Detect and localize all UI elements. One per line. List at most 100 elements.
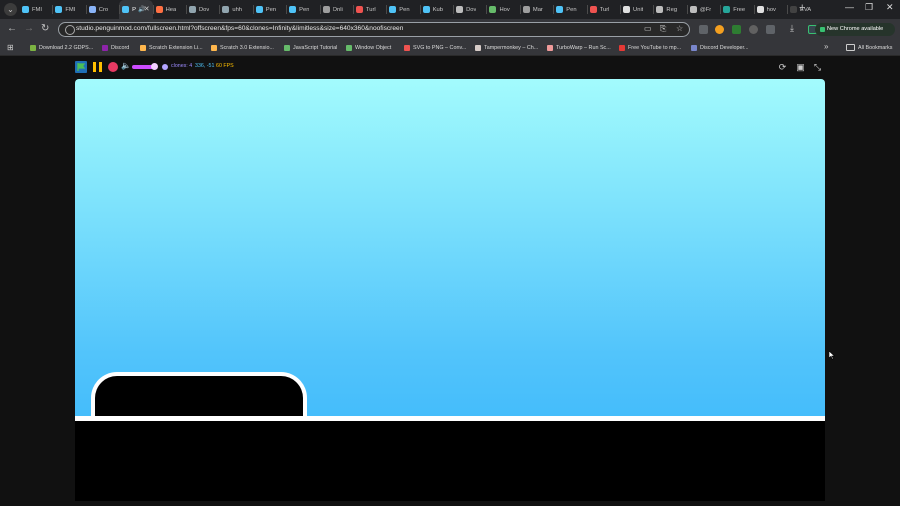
extension-icon[interactable] xyxy=(699,25,708,34)
tab[interactable]: Reg xyxy=(653,0,686,19)
tab-title: P xyxy=(132,6,137,13)
bookmark-item[interactable]: SVG to PNG – Conv... xyxy=(404,40,466,55)
tab-active[interactable]: P 🔊 ✕ xyxy=(119,0,153,19)
share-icon[interactable]: ⎘ xyxy=(660,24,666,34)
tab[interactable]: Pen xyxy=(386,0,419,19)
fps-counter: 60 FPS xyxy=(216,63,234,69)
exit-fullscreen-icon[interactable]: ⤡ xyxy=(811,61,824,73)
tab-title: Pen xyxy=(265,6,277,13)
tab-favicon-icon xyxy=(222,6,230,13)
tab-title: @Fr xyxy=(699,6,712,13)
bookmark-item[interactable]: Download 2.2 GDPS... xyxy=(30,40,93,55)
close-tab-icon[interactable]: ✕ xyxy=(144,5,150,13)
update-chrome-button[interactable]: New Chrome available xyxy=(815,23,895,36)
tab[interactable]: Free xyxy=(720,0,753,19)
tab[interactable]: FMI xyxy=(19,0,52,19)
green-flag-button[interactable] xyxy=(75,61,87,73)
bookmark-item[interactable]: Scratch Extension Li... xyxy=(140,40,203,55)
tab-title: Onli xyxy=(332,6,343,13)
tab-favicon-icon xyxy=(522,6,530,13)
more-bookmarks-icon[interactable]: » xyxy=(824,42,828,51)
install-app-icon[interactable]: ▭ xyxy=(644,24,652,33)
volume-icon[interactable]: 🔈 xyxy=(121,61,131,70)
pause-button[interactable] xyxy=(93,62,103,72)
bookmark-item[interactable]: Tampermonkey – Ch... xyxy=(475,40,538,55)
tab[interactable]: Mar xyxy=(519,0,553,19)
tab-title: Pen xyxy=(566,6,577,13)
tab-title: Pen xyxy=(399,6,410,13)
bookmark-star-icon[interactable]: ☆ xyxy=(676,24,683,33)
close-window-icon[interactable]: ✕ xyxy=(886,2,894,13)
tab-favicon-icon xyxy=(489,6,497,13)
tab[interactable]: Pen xyxy=(252,0,286,19)
site-info-icon[interactable] xyxy=(65,25,75,35)
bookmark-label: SVG to PNG – Conv... xyxy=(413,44,467,51)
tab[interactable]: @Fr xyxy=(686,0,720,19)
tab[interactable]: uhh xyxy=(219,0,252,19)
tab-favicon-icon xyxy=(322,6,330,13)
project-stage[interactable] xyxy=(75,79,825,501)
bookmark-favicon-icon xyxy=(475,44,481,51)
reload-icon[interactable]: ↻ xyxy=(41,23,49,34)
tab-favicon-icon xyxy=(22,6,29,13)
restore-icon[interactable]: ❐ xyxy=(865,2,873,13)
tab[interactable]: hov xyxy=(753,0,787,19)
extensions-puzzle-icon[interactable] xyxy=(766,25,775,34)
tab[interactable]: Onli xyxy=(319,0,353,19)
bookmark-favicon-icon xyxy=(211,44,217,51)
bookmark-label: Scratch Extension Li... xyxy=(149,44,203,51)
bookmark-item[interactable]: Discord Developer... xyxy=(691,40,749,55)
tab-favicon-icon xyxy=(122,6,130,13)
update-icon xyxy=(820,27,825,32)
tab[interactable]: Hea xyxy=(152,0,186,19)
tab[interactable]: Unit xyxy=(620,0,653,19)
tab[interactable]: Dov xyxy=(453,0,486,19)
tab[interactable]: Kub xyxy=(419,0,453,19)
volume-slider-handle[interactable] xyxy=(151,63,158,70)
tab[interactable]: Turl xyxy=(352,0,386,19)
tab[interactable]: Hov xyxy=(486,0,519,19)
back-icon[interactable]: ← xyxy=(7,23,17,34)
tab-favicon-icon xyxy=(188,6,196,13)
tab-title: Kub xyxy=(432,6,444,13)
tab-favicon-icon xyxy=(255,6,263,13)
tab-title: Dov xyxy=(466,6,477,13)
tab[interactable]: Pen xyxy=(286,0,319,19)
minimize-icon[interactable]: — xyxy=(845,2,854,12)
apps-grid-icon[interactable]: ⊞ xyxy=(7,43,14,52)
turbo-mode-icon[interactable]: ⟳ xyxy=(776,61,789,73)
bookmark-item[interactable]: TurboWarp – Run Sc... xyxy=(547,40,611,55)
tab-list: FMI FMI Cro P 🔊 ✕ Hea Dov uhh Pen Pen Onli Turl Pen Ku… xyxy=(19,0,820,19)
tab[interactable]: FMI xyxy=(52,0,85,19)
tab-favicon-icon xyxy=(456,6,464,13)
tab[interactable]: Turl xyxy=(586,0,620,19)
tab-title: Turl xyxy=(365,6,376,13)
ground xyxy=(75,421,825,501)
stop-button[interactable] xyxy=(108,62,118,72)
platform-block xyxy=(91,372,307,422)
address-bar[interactable]: studio.penguinmod.com/fullscreen.html?of… xyxy=(58,22,690,37)
bookmark-label: Discord Developer... xyxy=(700,44,749,51)
bookmark-label: JavaScript Tutorial xyxy=(293,44,338,51)
tab-search-icon[interactable]: ⌄ xyxy=(4,3,17,16)
tab[interactable]: Dov xyxy=(185,0,219,19)
all-bookmarks-button[interactable]: All Bookmarks xyxy=(846,40,892,55)
tab[interactable]: Pen xyxy=(553,0,586,19)
bookmark-item[interactable]: Discord xyxy=(102,40,129,55)
download-icon[interactable]: ⤓ xyxy=(790,23,799,33)
bookmark-favicon-icon xyxy=(404,44,410,51)
tab[interactable]: Cro xyxy=(85,0,119,19)
url-text[interactable]: studio.penguinmod.com/fullscreen.html?of… xyxy=(76,25,403,32)
bookmark-item[interactable]: Free YouTube to mp... xyxy=(619,40,681,55)
bookmark-item[interactable]: Scratch 3.0 Extensio... xyxy=(211,40,274,55)
bookmark-item[interactable]: JavaScript Tutorial xyxy=(284,40,337,55)
forward-icon[interactable]: → xyxy=(24,23,34,34)
bookmark-favicon-icon xyxy=(547,44,553,51)
extension-icon[interactable] xyxy=(715,25,724,34)
bookmark-item[interactable]: Window Object xyxy=(346,40,391,55)
bookmark-label: Download 2.2 GDPS... xyxy=(39,44,94,51)
extension-icon[interactable] xyxy=(732,25,741,34)
new-tab-button[interactable]: + xyxy=(799,2,805,14)
screenshot-icon[interactable]: ▣ xyxy=(794,61,807,73)
extension-icon[interactable] xyxy=(749,25,758,34)
